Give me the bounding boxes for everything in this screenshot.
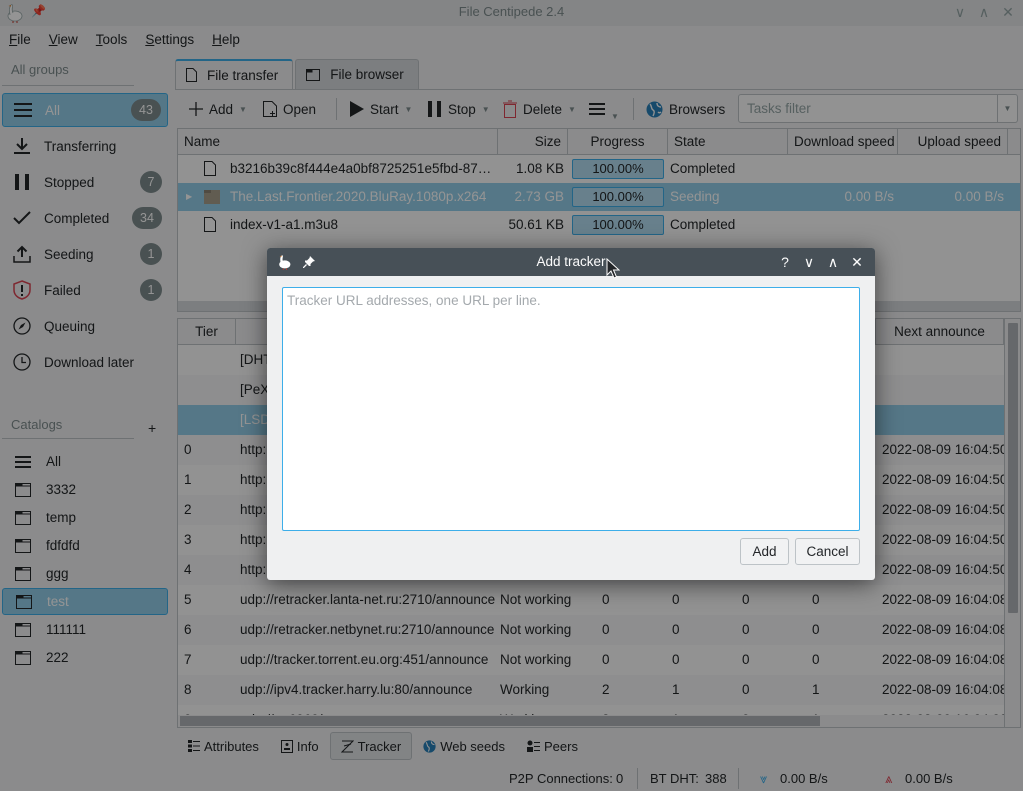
app-window: 📌 File Centipede 2.4 ∨ ∧ ✕ File View Too… <box>0 0 1023 791</box>
dialog-minimize-button[interactable]: ∨ <box>800 252 818 272</box>
cancel-button[interactable]: Cancel <box>795 538 860 565</box>
add-button[interactable]: Add <box>740 538 789 565</box>
tracker-urls-field[interactable] <box>282 287 860 531</box>
mouse-cursor-icon <box>606 258 620 279</box>
help-button[interactable]: ? <box>776 252 794 272</box>
dialog-maximize-button[interactable]: ∧ <box>824 252 842 272</box>
add-tracker-dialog: Add tracker ? ∨ ∧ ✕ Add Cancel <box>267 248 875 580</box>
tracker-urls-textarea[interactable] <box>283 288 859 530</box>
dialog-titlebar: Add tracker ? ∨ ∧ ✕ <box>267 248 875 276</box>
dialog-close-button[interactable]: ✕ <box>848 252 866 272</box>
